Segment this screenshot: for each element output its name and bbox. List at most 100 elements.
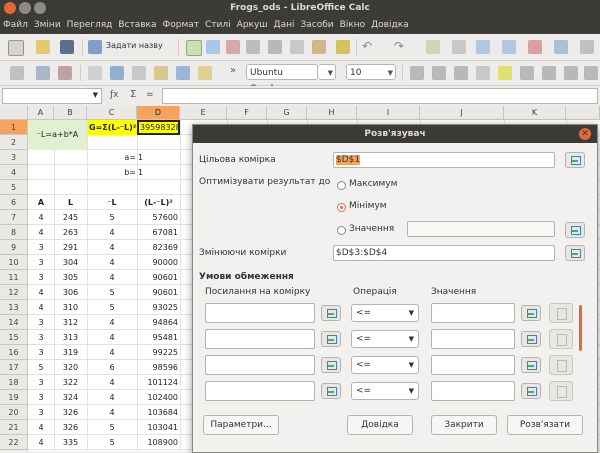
data-cell[interactable]: 312	[54, 315, 87, 330]
bold-icon[interactable]	[410, 66, 424, 80]
data-cell[interactable]: 101124	[137, 375, 180, 390]
font-name-dropdown[interactable]: ▼	[318, 64, 336, 80]
paste-icon[interactable]	[312, 40, 326, 54]
italic-icon[interactable]	[432, 66, 446, 80]
cut-icon[interactable]	[268, 40, 282, 54]
column-header[interactable]: F	[227, 106, 267, 120]
tools-icon[interactable]	[58, 66, 72, 80]
data-cell[interactable]: 4	[28, 300, 54, 315]
value-shrink-button[interactable]	[565, 222, 585, 238]
cell-c4[interactable]: 1	[137, 165, 180, 180]
row-header[interactable]: 7	[0, 210, 28, 225]
data-cell[interactable]: 4	[28, 285, 54, 300]
styles-icon[interactable]	[36, 66, 50, 80]
radio-minimum[interactable]	[337, 203, 346, 212]
constraint-value-shrink-button[interactable]	[521, 305, 541, 321]
open-folder-icon[interactable]	[36, 40, 50, 54]
pivot-icon[interactable]	[132, 66, 146, 80]
header-lbar[interactable]: ⁻L	[87, 195, 137, 210]
menu-file[interactable]: Файл	[0, 16, 31, 34]
name-box-dropdown-icon[interactable]: ▼	[93, 91, 98, 99]
data-cell[interactable]: 4	[87, 375, 137, 390]
data-cell[interactable]: 4	[87, 390, 137, 405]
align-right-icon[interactable]	[564, 66, 578, 80]
row-header[interactable]: 2	[0, 135, 28, 150]
menu-tools[interactable]: Засоби	[297, 16, 336, 34]
autofilter-icon[interactable]	[554, 40, 568, 54]
menu-edit[interactable]: Зміни	[31, 16, 64, 34]
data-cell[interactable]: 3	[28, 315, 54, 330]
solve-button[interactable]: Розв'язати	[507, 415, 583, 435]
help-button[interactable]: Довідка	[347, 415, 413, 435]
row-header[interactable]: 1	[0, 120, 28, 135]
row-header[interactable]: 22	[0, 435, 28, 450]
row-header[interactable]: 12	[0, 285, 28, 300]
export-pdf-icon[interactable]	[226, 40, 240, 54]
data-cell[interactable]: 4	[87, 240, 137, 255]
data-cell[interactable]: 3	[28, 345, 54, 360]
column-header[interactable]: E	[180, 106, 227, 120]
options-button[interactable]: Параметри...	[203, 415, 279, 435]
column-header[interactable]: D	[137, 106, 180, 120]
data-cell[interactable]: 324	[54, 390, 87, 405]
row-header[interactable]: 17	[0, 360, 28, 375]
column-header[interactable]: B	[54, 106, 87, 120]
copy-icon[interactable]	[290, 40, 304, 54]
constraints-scrollbar[interactable]	[579, 305, 582, 351]
undo-icon[interactable]: ↶	[362, 39, 372, 53]
row-header[interactable]: 9	[0, 240, 28, 255]
close-button[interactable]: Закрити	[431, 415, 497, 435]
sum-icon[interactable]: Σ	[130, 89, 136, 100]
column-header[interactable]: J	[420, 106, 504, 120]
data-cell[interactable]: 4	[87, 270, 137, 285]
row-header[interactable]: 15	[0, 330, 28, 345]
print-icon[interactable]	[246, 40, 260, 54]
data-cell[interactable]: 310	[54, 300, 87, 315]
font-name-combo[interactable]: Ubuntu Conden	[246, 64, 318, 94]
comment-icon[interactable]	[198, 66, 212, 80]
data-cell[interactable]: 305	[54, 270, 87, 285]
menu-help[interactable]: Довідка	[368, 16, 412, 34]
data-cell[interactable]: 4	[87, 405, 137, 420]
image-icon[interactable]	[88, 66, 102, 80]
header-sq[interactable]: (L-⁻L)²	[137, 195, 180, 210]
data-cell[interactable]: 306	[54, 285, 87, 300]
underline-icon[interactable]	[454, 66, 468, 80]
find-replace-icon[interactable]	[426, 40, 440, 54]
formula-input[interactable]	[162, 88, 598, 104]
row-header[interactable]: 8	[0, 225, 28, 240]
highlight-icon[interactable]	[498, 66, 512, 80]
radio-minimum-label[interactable]: Мінімум	[349, 201, 387, 211]
changing-shrink-button[interactable]	[565, 245, 585, 261]
data-cell[interactable]: 3	[28, 240, 54, 255]
target-shrink-button[interactable]	[565, 152, 585, 168]
column-header[interactable]: G	[267, 106, 307, 120]
radio-maximum[interactable]	[337, 181, 346, 190]
data-cell[interactable]: 90601	[137, 270, 180, 285]
data-cell[interactable]: 4	[28, 435, 54, 450]
insert-table-icon[interactable]	[186, 40, 202, 56]
redo-icon[interactable]: ↷	[394, 39, 404, 53]
data-cell[interactable]: 245	[54, 210, 87, 225]
minimize-window-icon[interactable]	[19, 2, 31, 14]
constraint-ref-shrink-button[interactable]	[321, 357, 341, 373]
data-cell[interactable]: 4	[28, 420, 54, 435]
constraint-value-shrink-button[interactable]	[521, 383, 541, 399]
data-cell[interactable]: 90601	[137, 285, 180, 300]
constraint-value-input[interactable]	[431, 303, 515, 323]
row-header[interactable]: 13	[0, 300, 28, 315]
font-size-combo[interactable]: 10 ▼	[346, 64, 396, 80]
overflow-icon[interactable]: »	[230, 65, 236, 76]
row-header[interactable]: 21	[0, 420, 28, 435]
data-cell[interactable]: 326	[54, 405, 87, 420]
row-icon[interactable]	[476, 40, 490, 54]
remove-constraint-button[interactable]	[549, 355, 573, 375]
align-center-icon[interactable]	[542, 66, 556, 80]
target-cell-input[interactable]: $D$1	[333, 152, 555, 168]
hyperlink-icon[interactable]	[176, 66, 190, 80]
data-cell[interactable]: 313	[54, 330, 87, 345]
data-cell[interactable]: 5	[87, 285, 137, 300]
value-input[interactable]	[407, 221, 555, 237]
constraint-value-input[interactable]	[431, 381, 515, 401]
menu-sheet[interactable]: Аркуш	[234, 16, 271, 34]
